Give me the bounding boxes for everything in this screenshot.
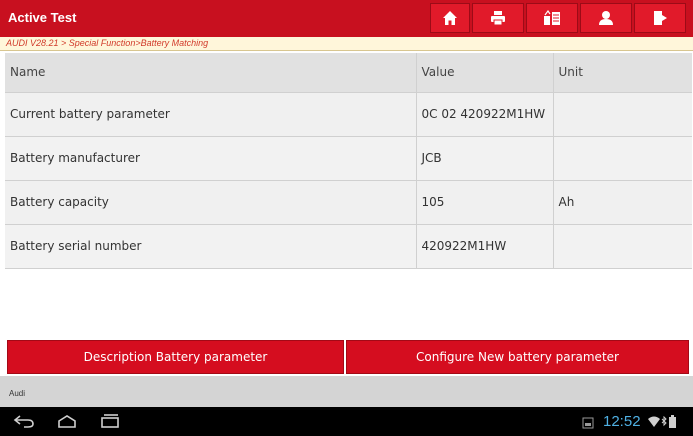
- home-nav-icon[interactable]: [55, 413, 79, 429]
- battery-icon: [669, 415, 676, 428]
- cell-unit: [553, 224, 692, 269]
- cell-name: Battery serial number: [5, 224, 417, 269]
- table-row[interactable]: Battery serial number 420922M1HW: [5, 224, 692, 269]
- column-header-unit: Unit: [553, 53, 692, 93]
- print-button[interactable]: [472, 3, 524, 33]
- app-header: Active Test: [0, 0, 693, 37]
- bluetooth-icon: [661, 416, 667, 427]
- screenshot-icon: [544, 10, 560, 25]
- home-button[interactable]: [430, 3, 470, 33]
- user-icon: [599, 11, 613, 25]
- recent-apps-icon[interactable]: [98, 413, 122, 429]
- cell-name: Current battery parameter: [5, 92, 417, 137]
- page-title: Active Test: [8, 10, 77, 25]
- cell-value: JCB: [416, 136, 554, 181]
- wifi-icon: [648, 416, 660, 427]
- cell-name: Battery capacity: [5, 180, 417, 225]
- table-row[interactable]: Battery capacity 105 Ah: [5, 180, 692, 225]
- status-bar: Audi: [0, 376, 693, 407]
- description-button[interactable]: Description Battery parameter: [7, 340, 344, 374]
- cell-value: 0C 02 420922M1HW: [416, 92, 554, 137]
- parameter-table: Name Value Unit Current battery paramete…: [5, 53, 692, 269]
- table-header-row: Name Value Unit: [5, 53, 692, 93]
- breadcrumb-text: AUDI V28.21 > Special Function>Battery M…: [6, 38, 209, 48]
- screenshot-button[interactable]: [526, 3, 578, 33]
- table-row[interactable]: Current battery parameter 0C 02 420922M1…: [5, 92, 692, 137]
- breadcrumb: AUDI V28.21 > Special Function>Battery M…: [0, 37, 693, 51]
- exit-button[interactable]: [634, 3, 686, 33]
- cell-unit: [553, 92, 692, 137]
- cell-unit: [553, 136, 692, 181]
- configure-button[interactable]: Configure New battery parameter: [346, 340, 689, 374]
- user-button[interactable]: [580, 3, 632, 33]
- clock: 12:52: [603, 413, 641, 430]
- action-bar: Description Battery parameter Configure …: [7, 340, 689, 374]
- back-icon[interactable]: [12, 413, 36, 429]
- screenshot-notify-icon: [582, 417, 594, 429]
- exit-icon: [654, 11, 667, 25]
- cell-value: 420922M1HW: [416, 224, 554, 269]
- status-text: Audi: [9, 389, 26, 398]
- header-toolbar: [430, 3, 686, 33]
- cell-name: Battery manufacturer: [5, 136, 417, 181]
- print-icon: [491, 11, 505, 26]
- table-row[interactable]: Battery manufacturer JCB: [5, 136, 692, 181]
- column-header-name: Name: [5, 53, 417, 93]
- cell-value: 105: [416, 180, 554, 225]
- home-icon: [443, 11, 457, 25]
- column-header-value: Value: [416, 53, 554, 93]
- cell-unit: Ah: [553, 180, 692, 225]
- system-navigation-bar: 12:52: [0, 407, 693, 436]
